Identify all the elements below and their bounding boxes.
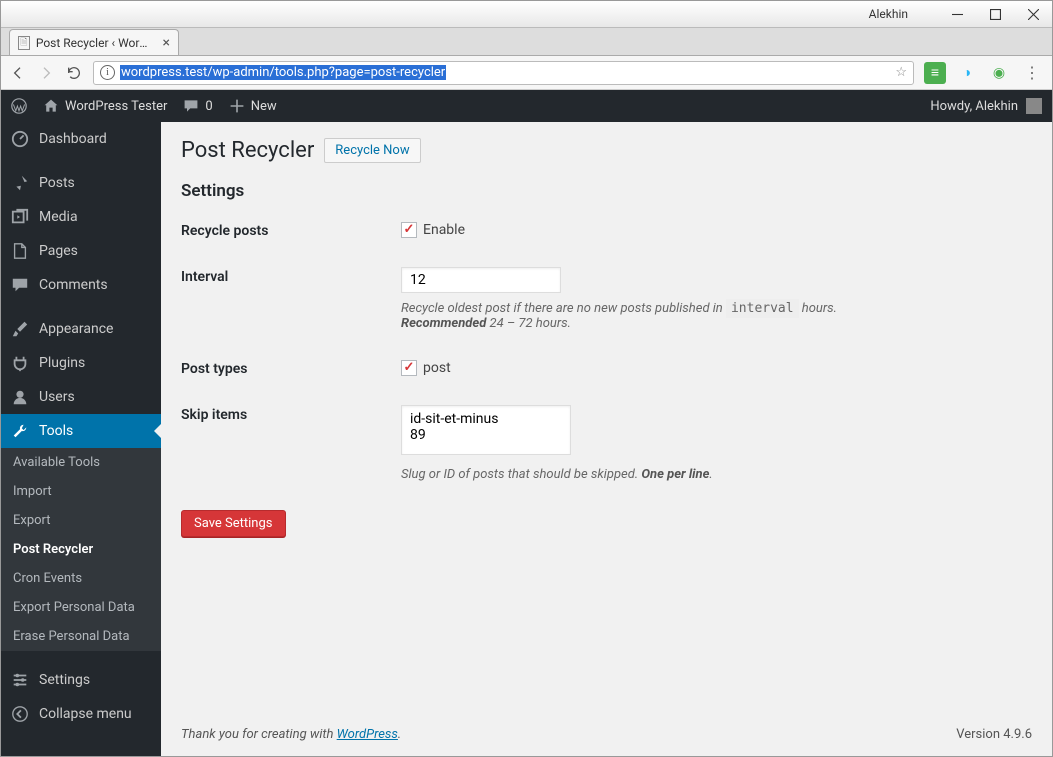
site-info-icon[interactable]: i	[100, 65, 115, 80]
howdy-text[interactable]: Howdy, Alekhin	[930, 99, 1018, 114]
pin-icon	[11, 174, 29, 192]
menu-comments[interactable]: Comments	[1, 268, 161, 302]
tools-submenu: Available Tools Import Export Post Recyc…	[1, 448, 161, 651]
back-button[interactable]	[9, 64, 27, 82]
sub-cron-events[interactable]: Cron Events	[1, 564, 161, 593]
new-link[interactable]: New	[229, 98, 277, 114]
avatar[interactable]	[1026, 98, 1042, 114]
reload-button[interactable]	[65, 64, 83, 82]
label-recycle-posts: Recycle posts	[181, 221, 401, 239]
browser-tab[interactable]: 🗎 Post Recycler ‹ WordPres… ×	[9, 29, 179, 55]
menu-users[interactable]: Users	[1, 380, 161, 414]
interval-description: Recycle oldest post if there are no new …	[401, 301, 1032, 331]
page-icon	[11, 242, 29, 260]
sub-available-tools[interactable]: Available Tools	[1, 448, 161, 477]
label-post-types: Post types	[181, 359, 401, 377]
label-skip-items: Skip items	[181, 405, 401, 482]
menu-dashboard[interactable]: Dashboard	[1, 122, 161, 156]
browser-menu-icon[interactable]: ⋮	[1020, 63, 1044, 82]
sub-export[interactable]: Export	[1, 506, 161, 535]
version-text: Version 4.9.6	[956, 727, 1032, 742]
dashboard-icon	[11, 130, 29, 148]
menu-collapse[interactable]: Collapse menu	[1, 697, 161, 731]
save-settings-button[interactable]: Save Settings	[181, 510, 286, 537]
label-interval: Interval	[181, 267, 401, 331]
browser-tabstrip: 🗎 Post Recycler ‹ WordPres… ×	[1, 28, 1052, 56]
collapse-icon	[11, 705, 29, 723]
page-icon: 🗎	[18, 36, 30, 50]
window-close-button[interactable]	[1018, 4, 1048, 24]
bookmark-star-icon[interactable]: ☆	[895, 65, 907, 80]
comment-icon	[11, 276, 29, 294]
skip-items-textarea[interactable]	[401, 405, 571, 455]
menu-appearance[interactable]: Appearance	[1, 312, 161, 346]
browser-toolbar: i wordpress.test/wp-admin/tools.php?page…	[1, 56, 1052, 90]
forward-button[interactable]	[37, 64, 55, 82]
window-user: Alekhin	[869, 7, 908, 21]
menu-plugins[interactable]: Plugins	[1, 346, 161, 380]
window-titlebar: Alekhin	[1, 1, 1052, 28]
content-area: Post Recycler Recycle Now Settings Recyc…	[161, 122, 1052, 756]
section-heading: Settings	[181, 181, 1032, 201]
interval-input[interactable]	[401, 267, 561, 293]
recycle-now-button[interactable]: Recycle Now	[324, 138, 420, 163]
post-type-checkbox[interactable]: post	[401, 360, 451, 376]
sliders-icon	[11, 671, 29, 689]
media-icon	[11, 208, 29, 226]
menu-media[interactable]: Media	[1, 200, 161, 234]
skip-description: Slug or ID of posts that should be skipp…	[401, 467, 1032, 482]
menu-posts[interactable]: Posts	[1, 166, 161, 200]
admin-sidebar: Dashboard Posts Media Pages Comments App…	[1, 122, 161, 756]
url-text: wordpress.test/wp-admin/tools.php?page=p…	[120, 65, 446, 80]
page-title: Post Recycler	[181, 138, 314, 163]
plug-icon	[11, 354, 29, 372]
user-icon	[11, 388, 29, 406]
menu-settings[interactable]: Settings	[1, 663, 161, 697]
brush-icon	[11, 320, 29, 338]
sub-export-personal-data[interactable]: Export Personal Data	[1, 593, 161, 622]
extension-icon[interactable]: ◉	[988, 62, 1010, 84]
window-minimize-button[interactable]	[942, 4, 972, 24]
wordpress-link[interactable]: WordPress	[337, 727, 398, 742]
comments-link[interactable]: 0	[183, 98, 212, 114]
enable-checkbox[interactable]: Enable	[401, 222, 465, 238]
wp-logo-link[interactable]	[11, 98, 27, 114]
menu-pages[interactable]: Pages	[1, 234, 161, 268]
site-link[interactable]: WordPress Tester	[43, 98, 167, 114]
sub-erase-personal-data[interactable]: Erase Personal Data	[1, 622, 161, 651]
tab-close-icon[interactable]: ×	[163, 35, 170, 51]
menu-tools[interactable]: Tools	[1, 414, 161, 448]
window-maximize-button[interactable]	[980, 4, 1010, 24]
wp-adminbar: WordPress Tester 0 New Howdy, Alekhin	[1, 90, 1052, 122]
checkbox-icon	[401, 222, 417, 238]
address-bar[interactable]: i wordpress.test/wp-admin/tools.php?page…	[93, 61, 914, 85]
sub-post-recycler[interactable]: Post Recycler	[1, 535, 161, 564]
wrench-icon	[11, 422, 29, 440]
wp-footer: Thank you for creating with WordPress. V…	[181, 713, 1032, 756]
extension-icon[interactable]: ◑	[956, 62, 978, 84]
checkbox-icon	[401, 360, 417, 376]
sub-import[interactable]: Import	[1, 477, 161, 506]
extension-icon[interactable]: ≡	[924, 62, 946, 84]
tab-title: Post Recycler ‹ WordPres…	[36, 36, 153, 50]
